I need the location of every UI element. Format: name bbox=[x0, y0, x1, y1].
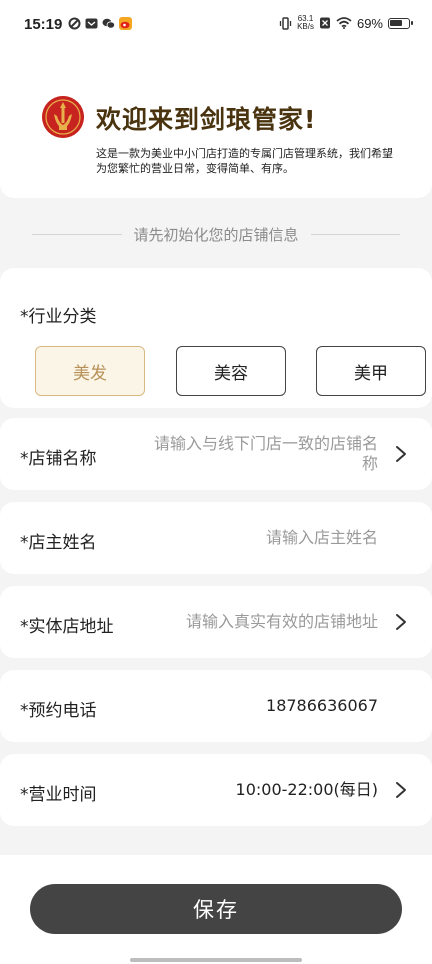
owner-name-input[interactable]: 请输入店主姓名 bbox=[266, 502, 378, 574]
business-hours-value[interactable]: 10:00-22:00(每日) bbox=[236, 754, 378, 826]
notification-icons bbox=[68, 17, 132, 30]
status-time: 15:19 bbox=[24, 16, 63, 33]
save-button[interactable]: 保存 bbox=[30, 884, 402, 934]
divider-line-right bbox=[310, 233, 401, 235]
battery-percent: 69% bbox=[356, 15, 383, 31]
chevron-right-icon bbox=[396, 782, 406, 798]
network-speed: 63.1 KB/s bbox=[297, 15, 314, 31]
industry-option-beauty[interactable]: 美容 bbox=[176, 346, 286, 396]
weibo-icon bbox=[119, 17, 132, 30]
chevron-right-icon bbox=[396, 614, 406, 630]
section-title: 请先初始化您的店铺信息 bbox=[133, 225, 299, 244]
battery-icon bbox=[388, 17, 413, 29]
home-indicator[interactable] bbox=[130, 958, 302, 962]
owner-name-row[interactable]: *店主姓名 请输入店主姓名 bbox=[0, 502, 432, 574]
welcome-title: 欢迎来到剑琅管家! bbox=[96, 105, 317, 134]
welcome-description: 这是一款为美业中小门店打造的专属门店管理系统，我们希望为您繁忙的营业日常，变得简… bbox=[96, 147, 393, 175]
address-input[interactable]: 请输入真实有效的店铺地址 bbox=[186, 586, 378, 658]
chevron-right-icon bbox=[396, 446, 406, 462]
store-name-label: *店铺名称 bbox=[20, 449, 97, 469]
brand-logo-icon bbox=[42, 96, 84, 138]
no-sim-icon bbox=[319, 17, 330, 29]
app-notification-icon bbox=[68, 17, 81, 30]
vibrate-icon bbox=[279, 16, 292, 30]
wifi-icon bbox=[336, 17, 352, 29]
industry-option-nail[interactable]: 美甲 bbox=[316, 346, 426, 396]
welcome-card: 欢迎来到剑琅管家! 这是一款为美业中小门店打造的专属门店管理系统，我们希望为您繁… bbox=[0, 52, 432, 198]
mail-icon bbox=[85, 18, 98, 29]
battery-fill bbox=[390, 19, 402, 26]
business-hours-row[interactable]: *营业时间 10:00-22:00(每日) bbox=[0, 754, 432, 826]
industry-card: *行业分类 美发 美容 美甲 bbox=[0, 268, 432, 408]
phone-label: *预约电话 bbox=[20, 701, 97, 721]
wechat-icon bbox=[102, 18, 115, 29]
divider-line-left bbox=[32, 233, 122, 235]
business-hours-label: *营业时间 bbox=[20, 785, 97, 805]
phone-row[interactable]: *预约电话 18786636067 bbox=[0, 670, 432, 742]
system-status-icons: 63.1 KB/s 69% bbox=[279, 15, 413, 31]
section-divider: 请先初始化您的店铺信息 bbox=[32, 222, 401, 246]
store-name-input[interactable]: 请输入与线下门店一致的店铺名称 bbox=[148, 418, 378, 490]
industry-label: *行业分类 bbox=[20, 307, 97, 327]
industry-option-hair[interactable]: 美发 bbox=[35, 346, 145, 396]
address-row[interactable]: *实体店地址 请输入真实有效的店铺地址 bbox=[0, 586, 432, 658]
net-speed-unit: KB/s bbox=[297, 22, 314, 31]
status-bar: 15:19 63.1 KB/s 69% bbox=[0, 0, 432, 52]
store-name-row[interactable]: *店铺名称 请输入与线下门店一致的店铺名称 bbox=[0, 418, 432, 490]
owner-name-label: *店主姓名 bbox=[20, 533, 97, 553]
address-label: *实体店地址 bbox=[20, 617, 114, 637]
phone-input[interactable]: 18786636067 bbox=[266, 670, 378, 742]
